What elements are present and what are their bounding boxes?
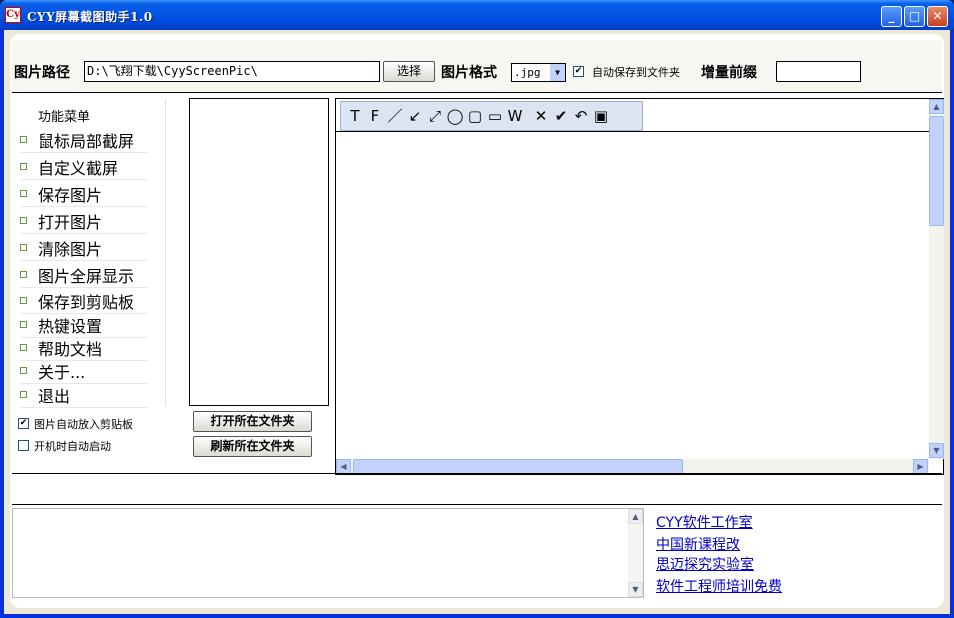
font-tool-icon[interactable]: F — [365, 105, 385, 127]
menu-item[interactable]: 保存图片 — [20, 181, 148, 207]
menu-item[interactable]: 关于... — [20, 358, 148, 384]
bullet-icon — [20, 136, 27, 143]
status-divider — [12, 473, 942, 474]
log-scroll-up-icon[interactable]: ▲ — [628, 509, 643, 524]
minimize-button[interactable]: _ — [881, 6, 902, 27]
line-tool-icon[interactable]: ／ — [385, 105, 405, 127]
file-list[interactable] — [189, 98, 329, 406]
vertical-scrollbar[interactable]: ▲ ▼ — [929, 99, 944, 459]
menu-item[interactable]: 打开图片 — [20, 208, 148, 234]
autosave-label: 自动保存到文件夹 — [592, 66, 680, 79]
arrow-down-left-tool-icon[interactable]: ↙ — [405, 105, 425, 127]
bullet-icon — [20, 367, 27, 374]
menu-item[interactable]: 鼠标局部截屏 — [20, 127, 148, 153]
menu-item[interactable]: 图片全屏显示 — [20, 262, 148, 288]
link-3[interactable]: 思迈探究实验室 — [656, 554, 754, 574]
scroll-right-icon[interactable]: ▶ — [913, 459, 928, 474]
open-folder-button[interactable]: 打开所在文件夹 — [193, 411, 312, 432]
bullet-icon — [20, 271, 27, 278]
path-label: 图片路径 — [14, 65, 70, 81]
title-bar[interactable]: Cy CYY屏幕截图助手1.0 _ □ ✕ — [0, 0, 954, 30]
client-area: 图片路径 D:\飞翔下载\CyyScreenPic\ 选择 图片格式 .jpg … — [4, 30, 950, 614]
menu-item-label: 保存到剪贴板 — [38, 293, 135, 312]
drawing-toolbar: T F ／ ↙ ⤢ ◯ ▢ ▭ W ✕ ✔ ↶ ▣ — [340, 101, 643, 131]
menu-title: 功能菜单 — [38, 110, 91, 125]
scroll-up-icon[interactable]: ▲ — [929, 99, 944, 114]
delete-icon[interactable]: ✕ — [531, 105, 551, 127]
prefix-label: 增量前缀 — [701, 65, 757, 81]
menu-item-label: 帮助文档 — [38, 340, 103, 359]
app-window: Cy CYY屏幕截图助手1.0 _ □ ✕ 图片路径 D:\飞翔下载\CyySc… — [0, 0, 954, 618]
link-4[interactable]: 软件工程师培训免费 — [656, 576, 782, 596]
bullet-icon — [20, 321, 27, 328]
horizontal-scrollbar[interactable]: ◀ ▶ — [336, 459, 929, 474]
log-scrollbar[interactable]: ▲ ▼ — [628, 509, 643, 597]
window-title: CYY屏幕截图助手1.0 — [27, 10, 153, 24]
log-scroll-down-icon[interactable]: ▼ — [628, 582, 643, 597]
menu-item-label: 鼠标局部截屏 — [38, 132, 135, 151]
bottom-divider — [12, 504, 942, 505]
menu-item[interactable]: 保存到剪贴板 — [20, 288, 148, 314]
bullet-icon — [20, 190, 27, 197]
menu-item-label: 关于... — [38, 363, 86, 382]
image-canvas[interactable]: T F ／ ↙ ⤢ ◯ ▢ ▭ W ✕ ✔ ↶ ▣ ▲ ▼ ◀ ▶ — [335, 98, 944, 475]
menu-item-label: 退出 — [38, 387, 71, 406]
prefix-input[interactable] — [776, 61, 861, 82]
link-1[interactable]: CYY软件工作室 — [656, 512, 753, 532]
menu-item[interactable]: 退出 — [20, 382, 148, 408]
ellipse-tool-icon[interactable]: ◯ — [445, 105, 465, 127]
menu-item[interactable]: 清除图片 — [20, 235, 148, 261]
scroll-down-icon[interactable]: ▼ — [929, 443, 944, 458]
autostart-checkbox[interactable] — [18, 440, 29, 451]
bullet-icon — [20, 217, 27, 224]
save-disk-icon[interactable]: ▣ — [591, 105, 611, 127]
confirm-icon[interactable]: ✔ — [551, 105, 571, 127]
maximize-button[interactable]: □ — [904, 6, 925, 27]
refresh-folder-button[interactable]: 刷新所在文件夹 — [193, 436, 312, 457]
log-textarea[interactable]: ▲ ▼ — [12, 508, 644, 598]
scroll-thumb[interactable] — [929, 116, 944, 226]
autosave-checkbox[interactable]: ✔ — [573, 66, 584, 77]
main-panel: 图片路径 D:\飞翔下载\CyyScreenPic\ 选择 图片格式 .jpg … — [10, 34, 944, 608]
menu-divider — [165, 100, 166, 406]
link-2[interactable]: 中国新课程改 — [656, 534, 740, 554]
format-label: 图片格式 — [441, 65, 497, 81]
menu-item[interactable]: 自定义截屏 — [20, 154, 148, 180]
text-tool-icon[interactable]: T — [345, 105, 365, 127]
settings-bar: 图片路径 D:\飞翔下载\CyyScreenPic\ 选择 图片格式 .jpg … — [12, 40, 942, 93]
menu-item-label: 热键设置 — [38, 317, 103, 336]
bullet-icon — [20, 297, 27, 304]
toolbar-divider — [336, 131, 929, 132]
hscroll-thumb[interactable] — [353, 459, 683, 474]
menu-item-label: 打开图片 — [38, 213, 103, 232]
rectangle-tool-icon[interactable]: ▭ — [485, 105, 505, 127]
bullet-icon — [20, 163, 27, 170]
app-icon[interactable]: Cy — [5, 7, 21, 23]
menu-item-label: 清除图片 — [38, 240, 103, 259]
maximize-icon: □ — [908, 9, 921, 23]
minimize-icon: _ — [888, 9, 895, 23]
rounded-rect-tool-icon[interactable]: ▢ — [465, 105, 485, 127]
bullet-icon — [20, 344, 27, 351]
auto-clipboard-label: 图片自动放入剪贴板 — [34, 418, 133, 431]
line-width-tool-icon[interactable]: W — [505, 105, 525, 127]
path-input[interactable]: D:\飞翔下载\CyyScreenPic\ — [84, 61, 380, 82]
bullet-icon — [20, 244, 27, 251]
close-icon: ✕ — [932, 9, 943, 23]
undo-icon[interactable]: ↶ — [571, 105, 591, 127]
double-arrow-tool-icon[interactable]: ⤢ — [425, 105, 445, 127]
chevron-down-icon[interactable]: ▼ — [550, 64, 565, 81]
autostart-label: 开机时自动启动 — [34, 440, 111, 453]
close-button[interactable]: ✕ — [927, 6, 948, 27]
auto-clipboard-checkbox[interactable]: ✔ — [18, 418, 29, 429]
format-select[interactable]: .jpg ▼ — [511, 63, 566, 82]
format-value: .jpg — [514, 66, 541, 79]
browse-button[interactable]: 选择 — [383, 61, 435, 82]
menu-item-label: 保存图片 — [38, 186, 103, 205]
bullet-icon — [20, 391, 27, 398]
menu-item-label: 自定义截屏 — [38, 159, 119, 178]
scroll-left-icon[interactable]: ◀ — [336, 459, 351, 474]
menu-item-label: 图片全屏显示 — [38, 267, 135, 286]
